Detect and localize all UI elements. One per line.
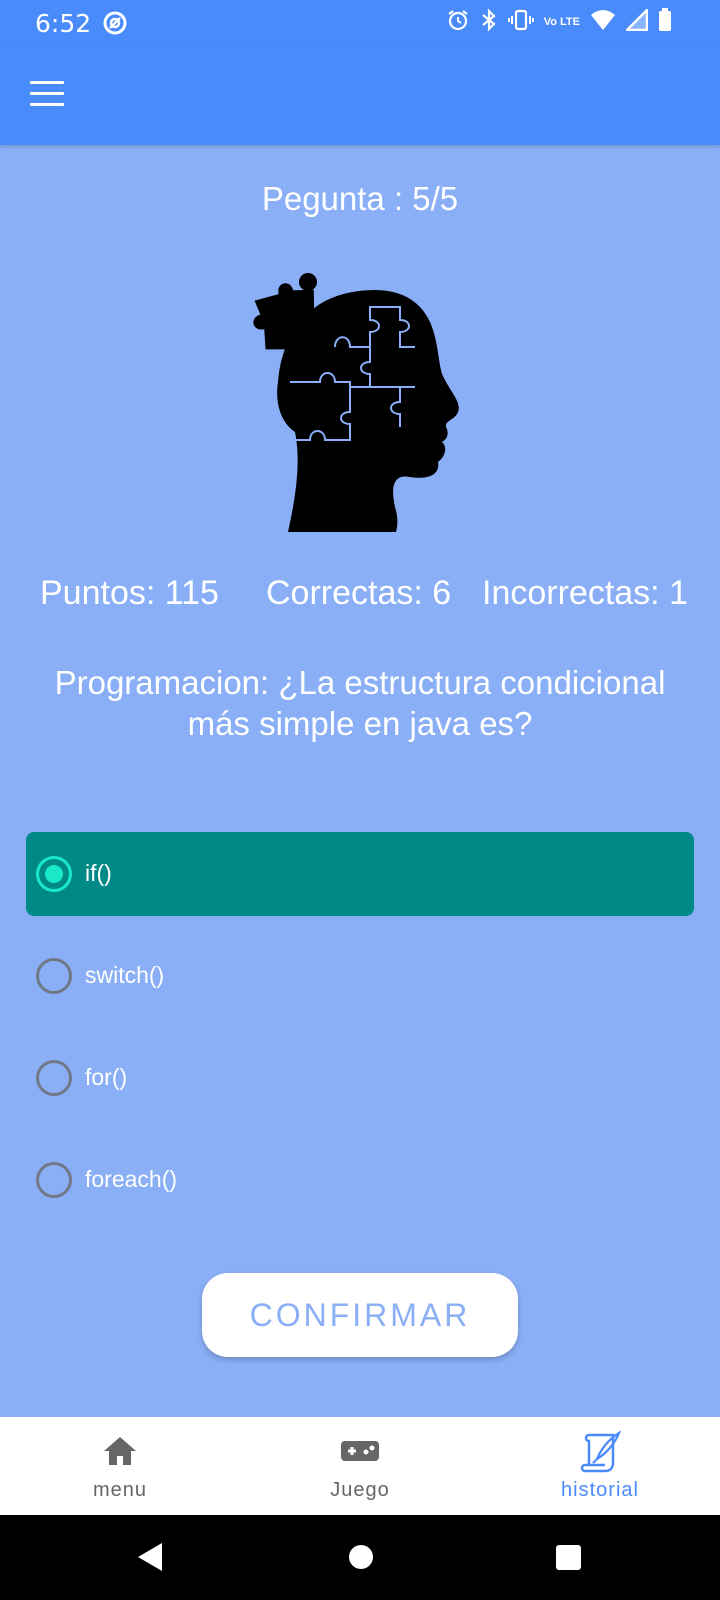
- question-text: Programacion: ¿La estructura condicional…: [54, 664, 666, 742]
- nav-item-menu[interactable]: menu: [0, 1417, 240, 1515]
- incorrect-stat: Incorrectas: 1: [482, 574, 688, 612]
- answer-option-for[interactable]: for(): [26, 1036, 694, 1120]
- answer-option-if[interactable]: if(): [26, 832, 694, 916]
- radio-unselected-icon[interactable]: [36, 1162, 72, 1198]
- radio-selected-icon[interactable]: [36, 856, 72, 892]
- option-label: if(): [85, 860, 112, 886]
- answer-option-foreach[interactable]: foreach(): [26, 1138, 694, 1222]
- signal-icon: [623, 6, 649, 36]
- status-time: 6:52: [35, 9, 92, 38]
- bottom-navigation: menu Juego historial: [0, 1417, 720, 1515]
- nav-label-juego: Juego: [330, 1479, 390, 1501]
- nav-item-juego[interactable]: Juego: [240, 1417, 480, 1515]
- vibrate-icon: [507, 8, 534, 37]
- nav-item-historial[interactable]: historial: [480, 1417, 720, 1515]
- wifi-icon: [590, 9, 616, 36]
- option-label: foreach(): [85, 1166, 178, 1192]
- status-bar: 6:52 Vo LTE: [0, 0, 720, 48]
- radio-unselected-icon[interactable]: [36, 1060, 72, 1096]
- confirm-button[interactable]: CONFIRMAR: [202, 1273, 518, 1357]
- back-icon[interactable]: [136, 1541, 164, 1578]
- recents-icon[interactable]: [554, 1541, 582, 1578]
- system-nav-bar: [0, 1515, 720, 1600]
- option-label: for(): [85, 1064, 128, 1090]
- scroll-quill-icon: [579, 1430, 622, 1478]
- battery-icon: [658, 8, 672, 37]
- radio-unselected-icon[interactable]: [36, 958, 72, 994]
- nav-label-menu: menu: [92, 1479, 148, 1501]
- bluetooth-icon: [480, 8, 498, 37]
- app-bar: [0, 48, 720, 145]
- home-icon: [102, 1435, 138, 1472]
- volte-label: Vo LTE: [543, 16, 580, 28]
- at-sign-icon: [102, 10, 128, 41]
- home-circle-icon[interactable]: [347, 1541, 375, 1578]
- option-label: switch(): [85, 962, 165, 988]
- gamepad-icon: [340, 1435, 380, 1472]
- alarm-icon: [446, 8, 470, 37]
- correct-stat: Correctas: 6: [266, 574, 452, 612]
- menu-icon[interactable]: [30, 81, 66, 109]
- head-puzzle-illustration: [250, 262, 470, 532]
- question-counter: Pegunta : 5/5: [261, 180, 459, 217]
- answer-option-switch[interactable]: switch(): [26, 934, 694, 1018]
- points-stat: Puntos: 115: [40, 574, 219, 612]
- nav-label-historial: historial: [561, 1479, 639, 1501]
